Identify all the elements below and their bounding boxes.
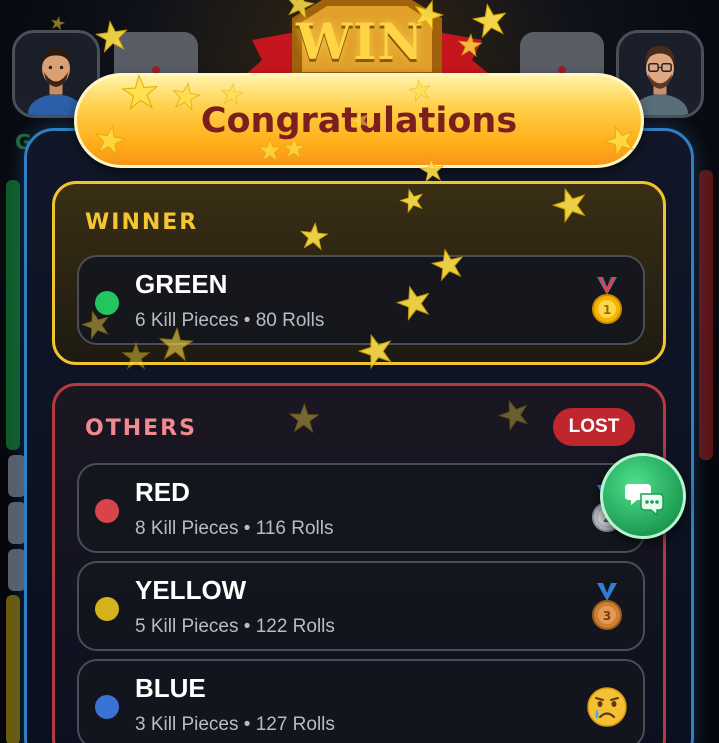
player-name: BLUE [135, 673, 206, 703]
player-stats: 8 Kill Pieces • 116 Rolls [135, 518, 334, 539]
star-icon [158, 326, 195, 362]
player-name: RED [135, 477, 190, 507]
background-yellow-bar [6, 595, 20, 743]
star-icon [407, 77, 432, 102]
player-stats: 3 Kill Pieces • 127 Rolls [135, 714, 335, 735]
star-icon [288, 402, 320, 434]
player-name: GREEN [135, 269, 228, 299]
star-icon [220, 82, 244, 106]
star-icon [299, 221, 330, 252]
background-red-bar [699, 170, 713, 460]
others-section-label: OTHERS [85, 416, 197, 441]
others-section: OTHERS LOST RED 8 Kill Pieces • 116 Roll… [52, 383, 666, 743]
player-name: YELLOW [135, 575, 247, 605]
svg-text:3: 3 [603, 609, 611, 623]
chat-bubbles-icon [625, 484, 664, 516]
player-color-dot-yellow [95, 597, 119, 621]
crying-face-icon [587, 681, 627, 731]
winner-section-label: WINNER [85, 210, 199, 235]
star-icon [429, 245, 467, 283]
star-icon [50, 14, 67, 31]
star-icon [282, 136, 306, 160]
bronze-medal-icon: 3 [587, 583, 627, 633]
star-icon [93, 123, 128, 158]
player-row-yellow: YELLOW 5 Kill Pieces • 122 Rolls 3 [77, 561, 645, 651]
star-icon [94, 18, 130, 54]
player-stats: 5 Kill Pieces • 122 Rolls [135, 616, 335, 637]
star-icon [120, 73, 159, 111]
gold-medal-icon: 1 [587, 276, 627, 327]
star-icon [457, 32, 483, 58]
svg-text:1: 1 [603, 303, 611, 317]
lost-status-badge: LOST [553, 408, 635, 446]
star-icon [419, 157, 445, 183]
player-color-dot-blue [95, 695, 119, 719]
player-row-red: RED 8 Kill Pieces • 116 Rolls 2 [77, 463, 645, 553]
chat-button[interactable] [600, 453, 686, 539]
win-title: WIN [296, 12, 425, 71]
star-icon [121, 341, 151, 370]
player-color-dot-red [95, 499, 119, 523]
player-row-blue: BLUE 3 Kill Pieces • 127 Rolls [77, 659, 645, 743]
background-green-bar [6, 180, 20, 450]
star-icon [257, 137, 283, 162]
star-icon [170, 80, 202, 112]
